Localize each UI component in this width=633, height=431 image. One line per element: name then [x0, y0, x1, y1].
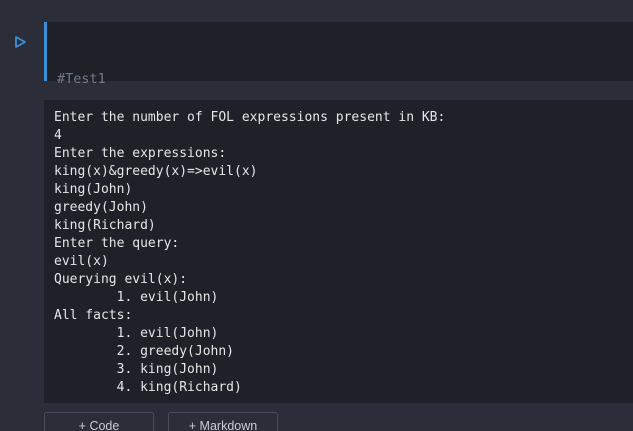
output-line: 1. evil(John): [54, 326, 219, 341]
output-line: Querying evil(x):: [54, 272, 188, 287]
output-line: All facts:: [54, 308, 133, 323]
output-line: king(Richard): [54, 218, 156, 233]
add-markdown-button[interactable]: + Markdown: [168, 412, 278, 431]
output-line: 4. king(Richard): [54, 380, 242, 395]
output-line: 3. king(John): [54, 362, 219, 377]
output-line: 2. greedy(John): [54, 344, 235, 359]
output-line: 4: [54, 128, 62, 143]
output-line: Enter the number of FOL expressions pres…: [54, 110, 446, 125]
output-line: Enter the expressions:: [54, 146, 227, 161]
play-icon: [15, 36, 26, 48]
add-code-button[interactable]: + Code: [44, 412, 154, 431]
code-comment: #Test1: [57, 71, 106, 87]
output-text: Enter the number of FOL expressions pres…: [54, 109, 445, 397]
output-line: king(John): [54, 182, 133, 197]
output-cell: Enter the number of FOL expressions pres…: [44, 100, 633, 403]
top-strip: [0, 0, 633, 22]
output-line: greedy(John): [54, 200, 148, 215]
output-line: king(x)&greedy(x)=>evil(x): [54, 164, 258, 179]
output-line: 1. evil(John): [54, 290, 219, 305]
run-cell-button[interactable]: [13, 35, 27, 49]
output-line: evil(x): [54, 254, 109, 269]
output-line: Enter the query:: [54, 236, 180, 251]
notebook-page: #Test1 main() Enter the number of FOL ex…: [0, 0, 633, 431]
code-cell[interactable]: #Test1 main(): [44, 22, 633, 141]
